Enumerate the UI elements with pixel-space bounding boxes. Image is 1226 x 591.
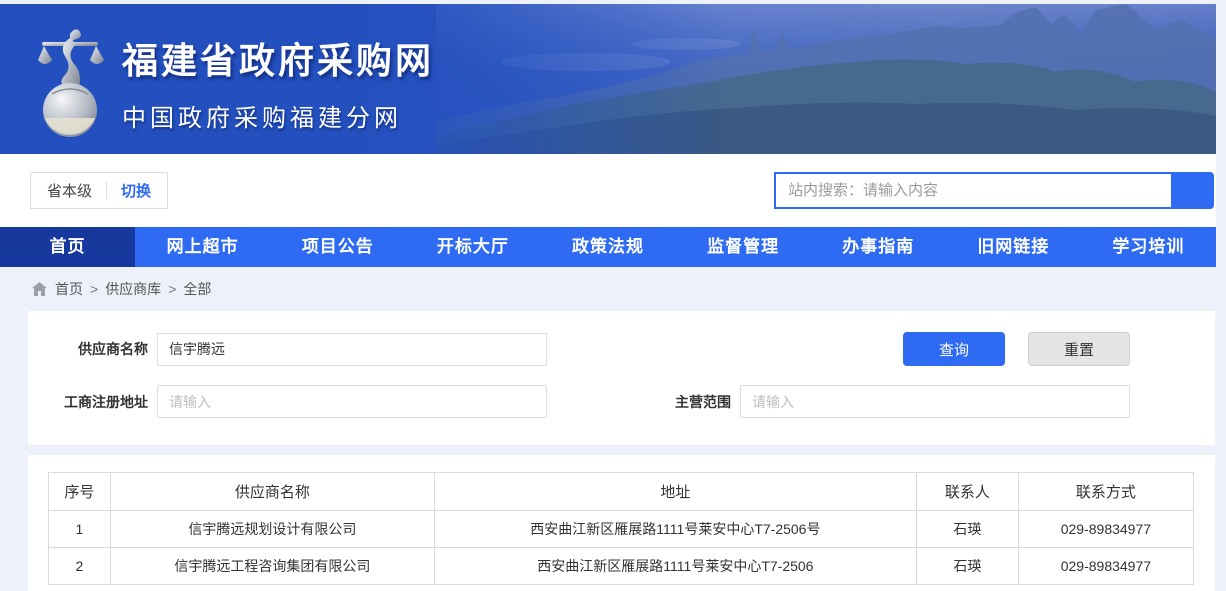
nav-item-home[interactable]: 首页	[0, 227, 135, 267]
page-content: 福建省政府采购网 中国政府采购福建分网 省本级 切换 首页 网上超市 项目公告 …	[0, 4, 1216, 591]
supplier-results-table: 序号 供应商名称 地址 联系人 联系方式 1 信宇腾远规划设计有限公司 西安曲江…	[48, 472, 1194, 585]
table-row: 2 信宇腾远工程咨询集团有限公司 西安曲江新区雁展路1111号莱安中心T7-25…	[49, 548, 1194, 585]
main-business-scope-label: 主营范围	[611, 392, 731, 412]
nav-item-service-guide[interactable]: 办事指南	[811, 227, 946, 267]
breadcrumb: 首页 > 供应商库 > 全部	[0, 267, 1216, 311]
supplier-name-input[interactable]	[157, 333, 547, 366]
breadcrumb-separator: >	[168, 281, 176, 297]
col-header-supplier-name: 供应商名称	[110, 473, 434, 511]
site-search-button[interactable]	[1171, 172, 1214, 209]
supplier-results-panel: 序号 供应商名称 地址 联系人 联系方式 1 信宇腾远规划设计有限公司 西安曲江…	[28, 455, 1215, 591]
cell-contact-person: 石瑛	[916, 548, 1018, 585]
cell-contact-phone: 029-89834977	[1018, 511, 1193, 548]
cell-index: 1	[49, 511, 111, 548]
nav-item-online-mall[interactable]: 网上超市	[135, 227, 270, 267]
main-business-scope-input[interactable]	[740, 385, 1130, 418]
main-nav: 首页 网上超市 项目公告 开标大厅 政策法规 监督管理 办事指南 旧网链接 学习…	[0, 227, 1216, 267]
table-row: 1 信宇腾远规划设计有限公司 西安曲江新区雁展路1111号莱安中心T7-2506…	[49, 511, 1194, 548]
breadcrumb-separator: >	[90, 281, 98, 297]
breadcrumb-all[interactable]: 全部	[183, 279, 211, 299]
home-icon	[32, 282, 47, 296]
site-subtitle: 中国政府采购福建分网	[122, 98, 434, 133]
site-search	[774, 172, 1214, 209]
region-separator	[106, 182, 107, 200]
nav-item-policies-regulations[interactable]: 政策法规	[540, 227, 675, 267]
nav-item-training[interactable]: 学习培训	[1081, 227, 1216, 267]
reset-button[interactable]: 重置	[1028, 332, 1130, 366]
col-header-address: 地址	[434, 473, 916, 511]
region-label: 省本级	[47, 180, 92, 201]
scales-on-globe-logo-icon	[32, 20, 108, 140]
cell-contact-person: 石瑛	[916, 511, 1018, 548]
breadcrumb-home[interactable]: 首页	[55, 279, 83, 299]
cell-supplier-name: 信宇腾远工程咨询集团有限公司	[110, 548, 434, 585]
region-switch-link[interactable]: 切换	[121, 180, 151, 201]
site-banner: 福建省政府采购网 中国政府采购福建分网	[0, 4, 1216, 154]
site-title: 福建省政府采购网	[122, 32, 434, 84]
nav-item-project-announcements[interactable]: 项目公告	[270, 227, 405, 267]
col-header-index: 序号	[49, 473, 111, 511]
region-selector: 省本级 切换	[30, 172, 168, 209]
supplier-name-label: 供应商名称	[28, 339, 148, 359]
nav-item-old-site-link[interactable]: 旧网链接	[946, 227, 1081, 267]
breadcrumb-supplier-database[interactable]: 供应商库	[105, 279, 161, 299]
table-header-row: 序号 供应商名称 地址 联系人 联系方式	[49, 473, 1194, 511]
supplier-filter-panel: 供应商名称 查询 重置 工商注册地址 主营范围	[28, 311, 1215, 445]
cell-contact-phone: 029-89834977	[1018, 548, 1193, 585]
registered-address-label: 工商注册地址	[28, 392, 148, 412]
nav-item-bid-opening-hall[interactable]: 开标大厅	[405, 227, 540, 267]
cell-supplier-name: 信宇腾远规划设计有限公司	[110, 511, 434, 548]
registered-address-input[interactable]	[157, 385, 547, 418]
cell-address: 西安曲江新区雁展路1111号莱安中心T7-2506	[434, 548, 916, 585]
col-header-contact-phone: 联系方式	[1018, 473, 1193, 511]
site-search-input[interactable]	[774, 172, 1171, 209]
cell-address: 西安曲江新区雁展路1111号莱安中心T7-2506号	[434, 511, 916, 548]
query-button[interactable]: 查询	[903, 332, 1005, 366]
cell-index: 2	[49, 548, 111, 585]
top-utility-bar: 省本级 切换	[0, 154, 1216, 227]
nav-item-supervision[interactable]: 监督管理	[676, 227, 811, 267]
col-header-contact-person: 联系人	[916, 473, 1018, 511]
